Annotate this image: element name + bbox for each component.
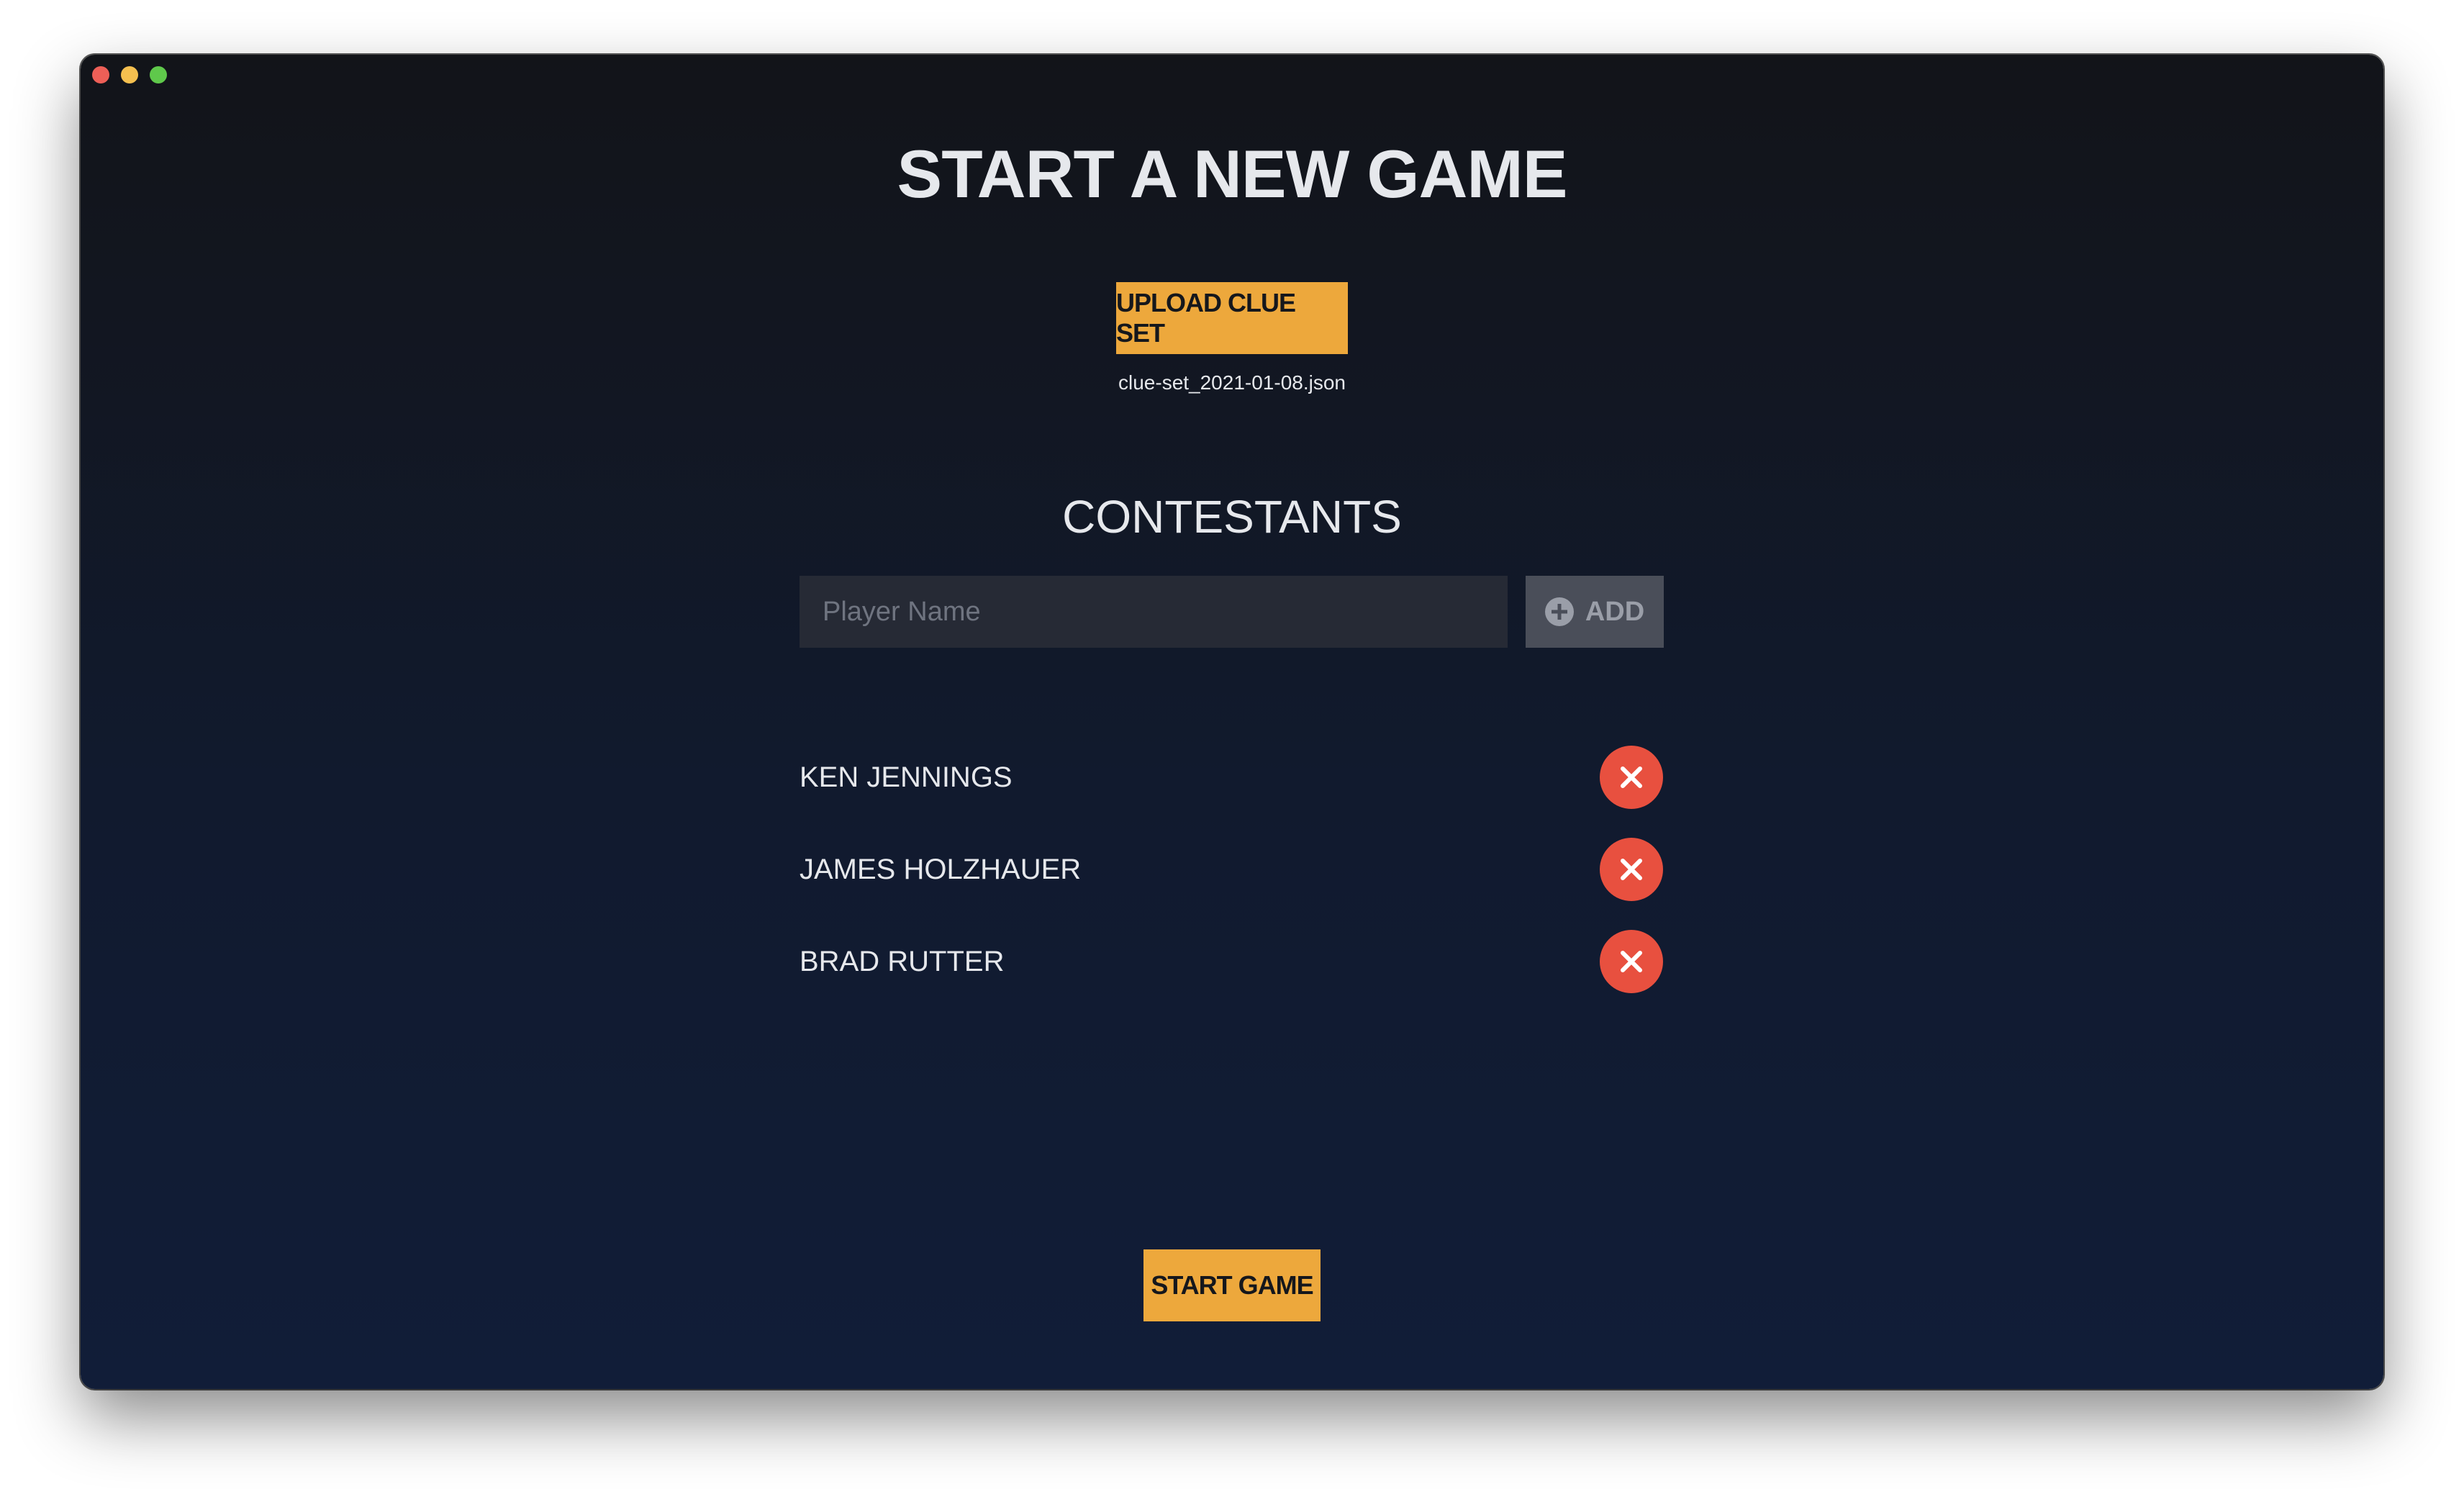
add-player-button[interactable]: ADD bbox=[1526, 576, 1664, 648]
minimize-window-button[interactable] bbox=[121, 66, 138, 83]
contestant-row: KEN JENNINGS bbox=[800, 746, 1663, 809]
contestant-name: KEN JENNINGS bbox=[800, 761, 1013, 793]
close-window-button[interactable] bbox=[92, 66, 109, 83]
contestants-heading: CONTESTANTS bbox=[1062, 491, 1402, 543]
app-window: START A NEW GAME UPLOAD CLUE SET clue-se… bbox=[81, 55, 2383, 1389]
uploaded-file-name: clue-set_2021-01-08.json bbox=[1118, 371, 1346, 394]
remove-contestant-button[interactable] bbox=[1600, 746, 1663, 809]
contestant-name: BRAD RUTTER bbox=[800, 945, 1005, 977]
page-title: START A NEW GAME bbox=[897, 136, 1568, 212]
start-game-button[interactable]: START GAME bbox=[1143, 1249, 1321, 1321]
remove-contestant-button[interactable] bbox=[1600, 838, 1663, 901]
maximize-window-button[interactable] bbox=[150, 66, 167, 83]
contestant-name: JAMES HOLZHAUER bbox=[800, 853, 1082, 885]
add-button-label: ADD bbox=[1585, 596, 1645, 627]
contestant-row: BRAD RUTTER bbox=[800, 930, 1663, 993]
upload-clue-set-button[interactable]: UPLOAD CLUE SET bbox=[1116, 282, 1348, 354]
window-controls bbox=[92, 66, 167, 83]
player-name-input[interactable] bbox=[800, 576, 1508, 648]
plus-circle-icon bbox=[1544, 597, 1574, 626]
remove-contestant-button[interactable] bbox=[1600, 930, 1663, 993]
contestant-row: JAMES HOLZHAUER bbox=[800, 838, 1663, 901]
